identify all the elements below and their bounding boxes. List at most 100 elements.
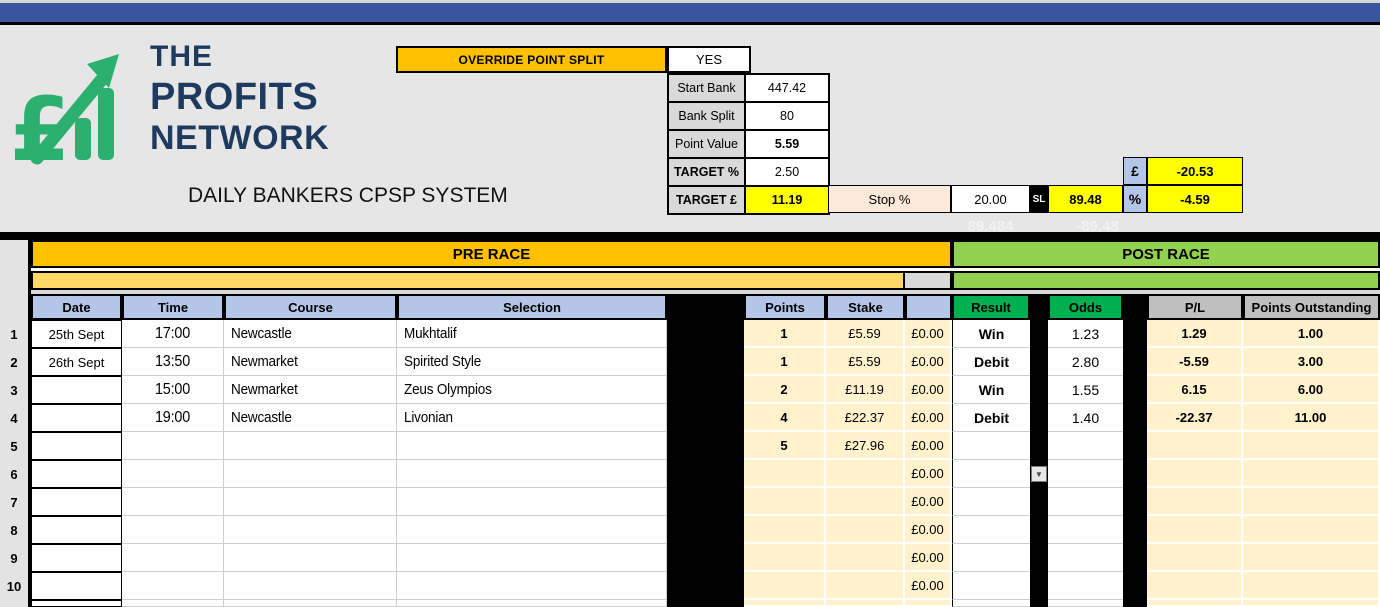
cell-date[interactable] bbox=[31, 516, 122, 544]
cell-course[interactable] bbox=[224, 432, 397, 460]
cell-odds[interactable] bbox=[1048, 572, 1123, 600]
cell-points[interactable] bbox=[744, 572, 826, 600]
cell-odds[interactable]: 1.40 bbox=[1048, 404, 1123, 432]
cell-time[interactable] bbox=[122, 488, 224, 516]
cell-result[interactable]: Debit bbox=[952, 404, 1030, 432]
cell-selection[interactable] bbox=[397, 544, 667, 572]
cell-date[interactable] bbox=[31, 544, 122, 572]
cell-odds[interactable]: 1.23 bbox=[1048, 320, 1123, 348]
cell-time[interactable]: 19:00 bbox=[122, 404, 224, 432]
cell-selection[interactable]: Zeus Olympios bbox=[397, 376, 667, 404]
setting-value-cell[interactable]: 5.59 bbox=[745, 130, 829, 158]
setting-value-cell[interactable]: 447.42 bbox=[745, 74, 829, 102]
cell-odds[interactable] bbox=[1048, 432, 1123, 460]
cell-course[interactable] bbox=[224, 544, 397, 572]
row-number[interactable]: 9 bbox=[0, 544, 28, 572]
setting-value-cell[interactable]: 80 bbox=[745, 102, 829, 130]
row-number[interactable]: 8 bbox=[0, 516, 28, 544]
row-number[interactable]: 7 bbox=[0, 488, 28, 516]
cell-time[interactable]: 17:00 bbox=[122, 320, 224, 348]
cell-date[interactable] bbox=[31, 488, 122, 516]
cell-course[interactable]: Newmarket bbox=[224, 376, 397, 404]
cell-stake[interactable]: £27.96 bbox=[826, 432, 905, 460]
cell-points-outstanding[interactable] bbox=[1243, 432, 1380, 460]
loss-percent-value-cell[interactable]: -4.59 bbox=[1147, 185, 1243, 213]
cell-points[interactable] bbox=[744, 516, 826, 544]
cell-date[interactable] bbox=[31, 404, 122, 432]
cell-time[interactable] bbox=[122, 544, 224, 572]
cell-points[interactable]: 1 bbox=[744, 348, 826, 376]
column-header-date[interactable]: Date bbox=[31, 294, 122, 320]
cell-pl[interactable] bbox=[1147, 572, 1243, 600]
cell-course[interactable]: Newcastle bbox=[224, 320, 397, 348]
column-header-points[interactable]: Points bbox=[744, 294, 826, 320]
cell-points-outstanding[interactable]: 1.00 bbox=[1243, 320, 1380, 348]
cell-stake[interactable] bbox=[826, 460, 905, 488]
fee-subband-cell[interactable] bbox=[905, 271, 952, 290]
cell-points[interactable]: 5 bbox=[744, 432, 826, 460]
cell-result[interactable] bbox=[952, 488, 1030, 516]
cell-points[interactable]: 1 bbox=[744, 320, 826, 348]
cell-result[interactable] bbox=[952, 572, 1030, 600]
row-number[interactable]: 10 bbox=[0, 572, 28, 600]
cell-course[interactable]: Newmarket bbox=[224, 348, 397, 376]
cell-pl[interactable] bbox=[1147, 488, 1243, 516]
cell-points[interactable] bbox=[744, 544, 826, 572]
cell-course[interactable]: Newcastle bbox=[224, 404, 397, 432]
cell-time[interactable] bbox=[122, 516, 224, 544]
cell-points-outstanding[interactable] bbox=[1243, 572, 1380, 600]
cell-odds[interactable]: 2.80 bbox=[1048, 348, 1123, 376]
cell-result[interactable] bbox=[952, 544, 1030, 572]
loss-pound-value-cell[interactable]: -20.53 bbox=[1147, 157, 1243, 185]
pre-race-band[interactable]: PRE RACE bbox=[31, 240, 952, 268]
cell-stake[interactable]: £5.59 bbox=[826, 320, 905, 348]
cell-date[interactable] bbox=[31, 572, 122, 600]
cell-time[interactable] bbox=[122, 432, 224, 460]
cell-time[interactable] bbox=[122, 572, 224, 600]
row-number[interactable]: 1 bbox=[0, 320, 28, 348]
cell-time[interactable]: 15:00 bbox=[122, 376, 224, 404]
cell-result[interactable]: Win bbox=[952, 320, 1030, 348]
cell-pl[interactable]: 6.15 bbox=[1147, 376, 1243, 404]
cell-odds[interactable]: 1.55 bbox=[1048, 376, 1123, 404]
cell-fee[interactable]: £0.00 bbox=[905, 572, 952, 600]
cell-selection[interactable] bbox=[397, 516, 667, 544]
row-number[interactable]: 3 bbox=[0, 376, 28, 404]
cell-odds[interactable] bbox=[1048, 460, 1123, 488]
cell-odds[interactable] bbox=[1048, 516, 1123, 544]
cell-stake[interactable]: £22.37 bbox=[826, 404, 905, 432]
cell-points-outstanding[interactable]: 3.00 bbox=[1243, 348, 1380, 376]
cell-pl[interactable] bbox=[1147, 544, 1243, 572]
cell-stake[interactable] bbox=[826, 488, 905, 516]
cell-points-outstanding[interactable] bbox=[1243, 488, 1380, 516]
cell-points[interactable]: 4 bbox=[744, 404, 826, 432]
result-dropdown-button[interactable]: ▼ bbox=[1031, 466, 1047, 482]
cell-points-outstanding[interactable]: 6.00 bbox=[1243, 376, 1380, 404]
cell-selection[interactable]: Mukhtalif bbox=[397, 320, 667, 348]
column-header-points-outstanding[interactable]: Points Outstanding bbox=[1243, 294, 1380, 320]
cell-pl[interactable]: -22.37 bbox=[1147, 404, 1243, 432]
cell-result[interactable] bbox=[952, 516, 1030, 544]
cell-stake[interactable] bbox=[826, 516, 905, 544]
cell-selection[interactable] bbox=[397, 460, 667, 488]
column-header-stake[interactable]: Stake bbox=[826, 294, 905, 320]
cell-stake[interactable] bbox=[826, 572, 905, 600]
cell-points[interactable] bbox=[744, 460, 826, 488]
cell-selection[interactable] bbox=[397, 572, 667, 600]
cell-date[interactable]: 26th Sept bbox=[31, 348, 122, 376]
cell-fee[interactable]: £0.00 bbox=[905, 460, 952, 488]
cell-result[interactable] bbox=[952, 460, 1030, 488]
cell-result[interactable]: Win bbox=[952, 376, 1030, 404]
cell-date[interactable] bbox=[31, 432, 122, 460]
column-header-fee[interactable] bbox=[905, 294, 952, 320]
cell-stake[interactable]: £5.59 bbox=[826, 348, 905, 376]
cell-selection[interactable] bbox=[397, 488, 667, 516]
column-header-odds[interactable]: Odds bbox=[1048, 294, 1123, 320]
cell-fee[interactable]: £0.00 bbox=[905, 432, 952, 460]
cell-selection[interactable] bbox=[397, 432, 667, 460]
column-header-time[interactable]: Time bbox=[122, 294, 224, 320]
cell-points-outstanding[interactable]: 11.00 bbox=[1243, 404, 1380, 432]
cell-course[interactable] bbox=[224, 516, 397, 544]
cell-fee[interactable]: £0.00 bbox=[905, 488, 952, 516]
cell-selection[interactable]: Spirited Style bbox=[397, 348, 667, 376]
